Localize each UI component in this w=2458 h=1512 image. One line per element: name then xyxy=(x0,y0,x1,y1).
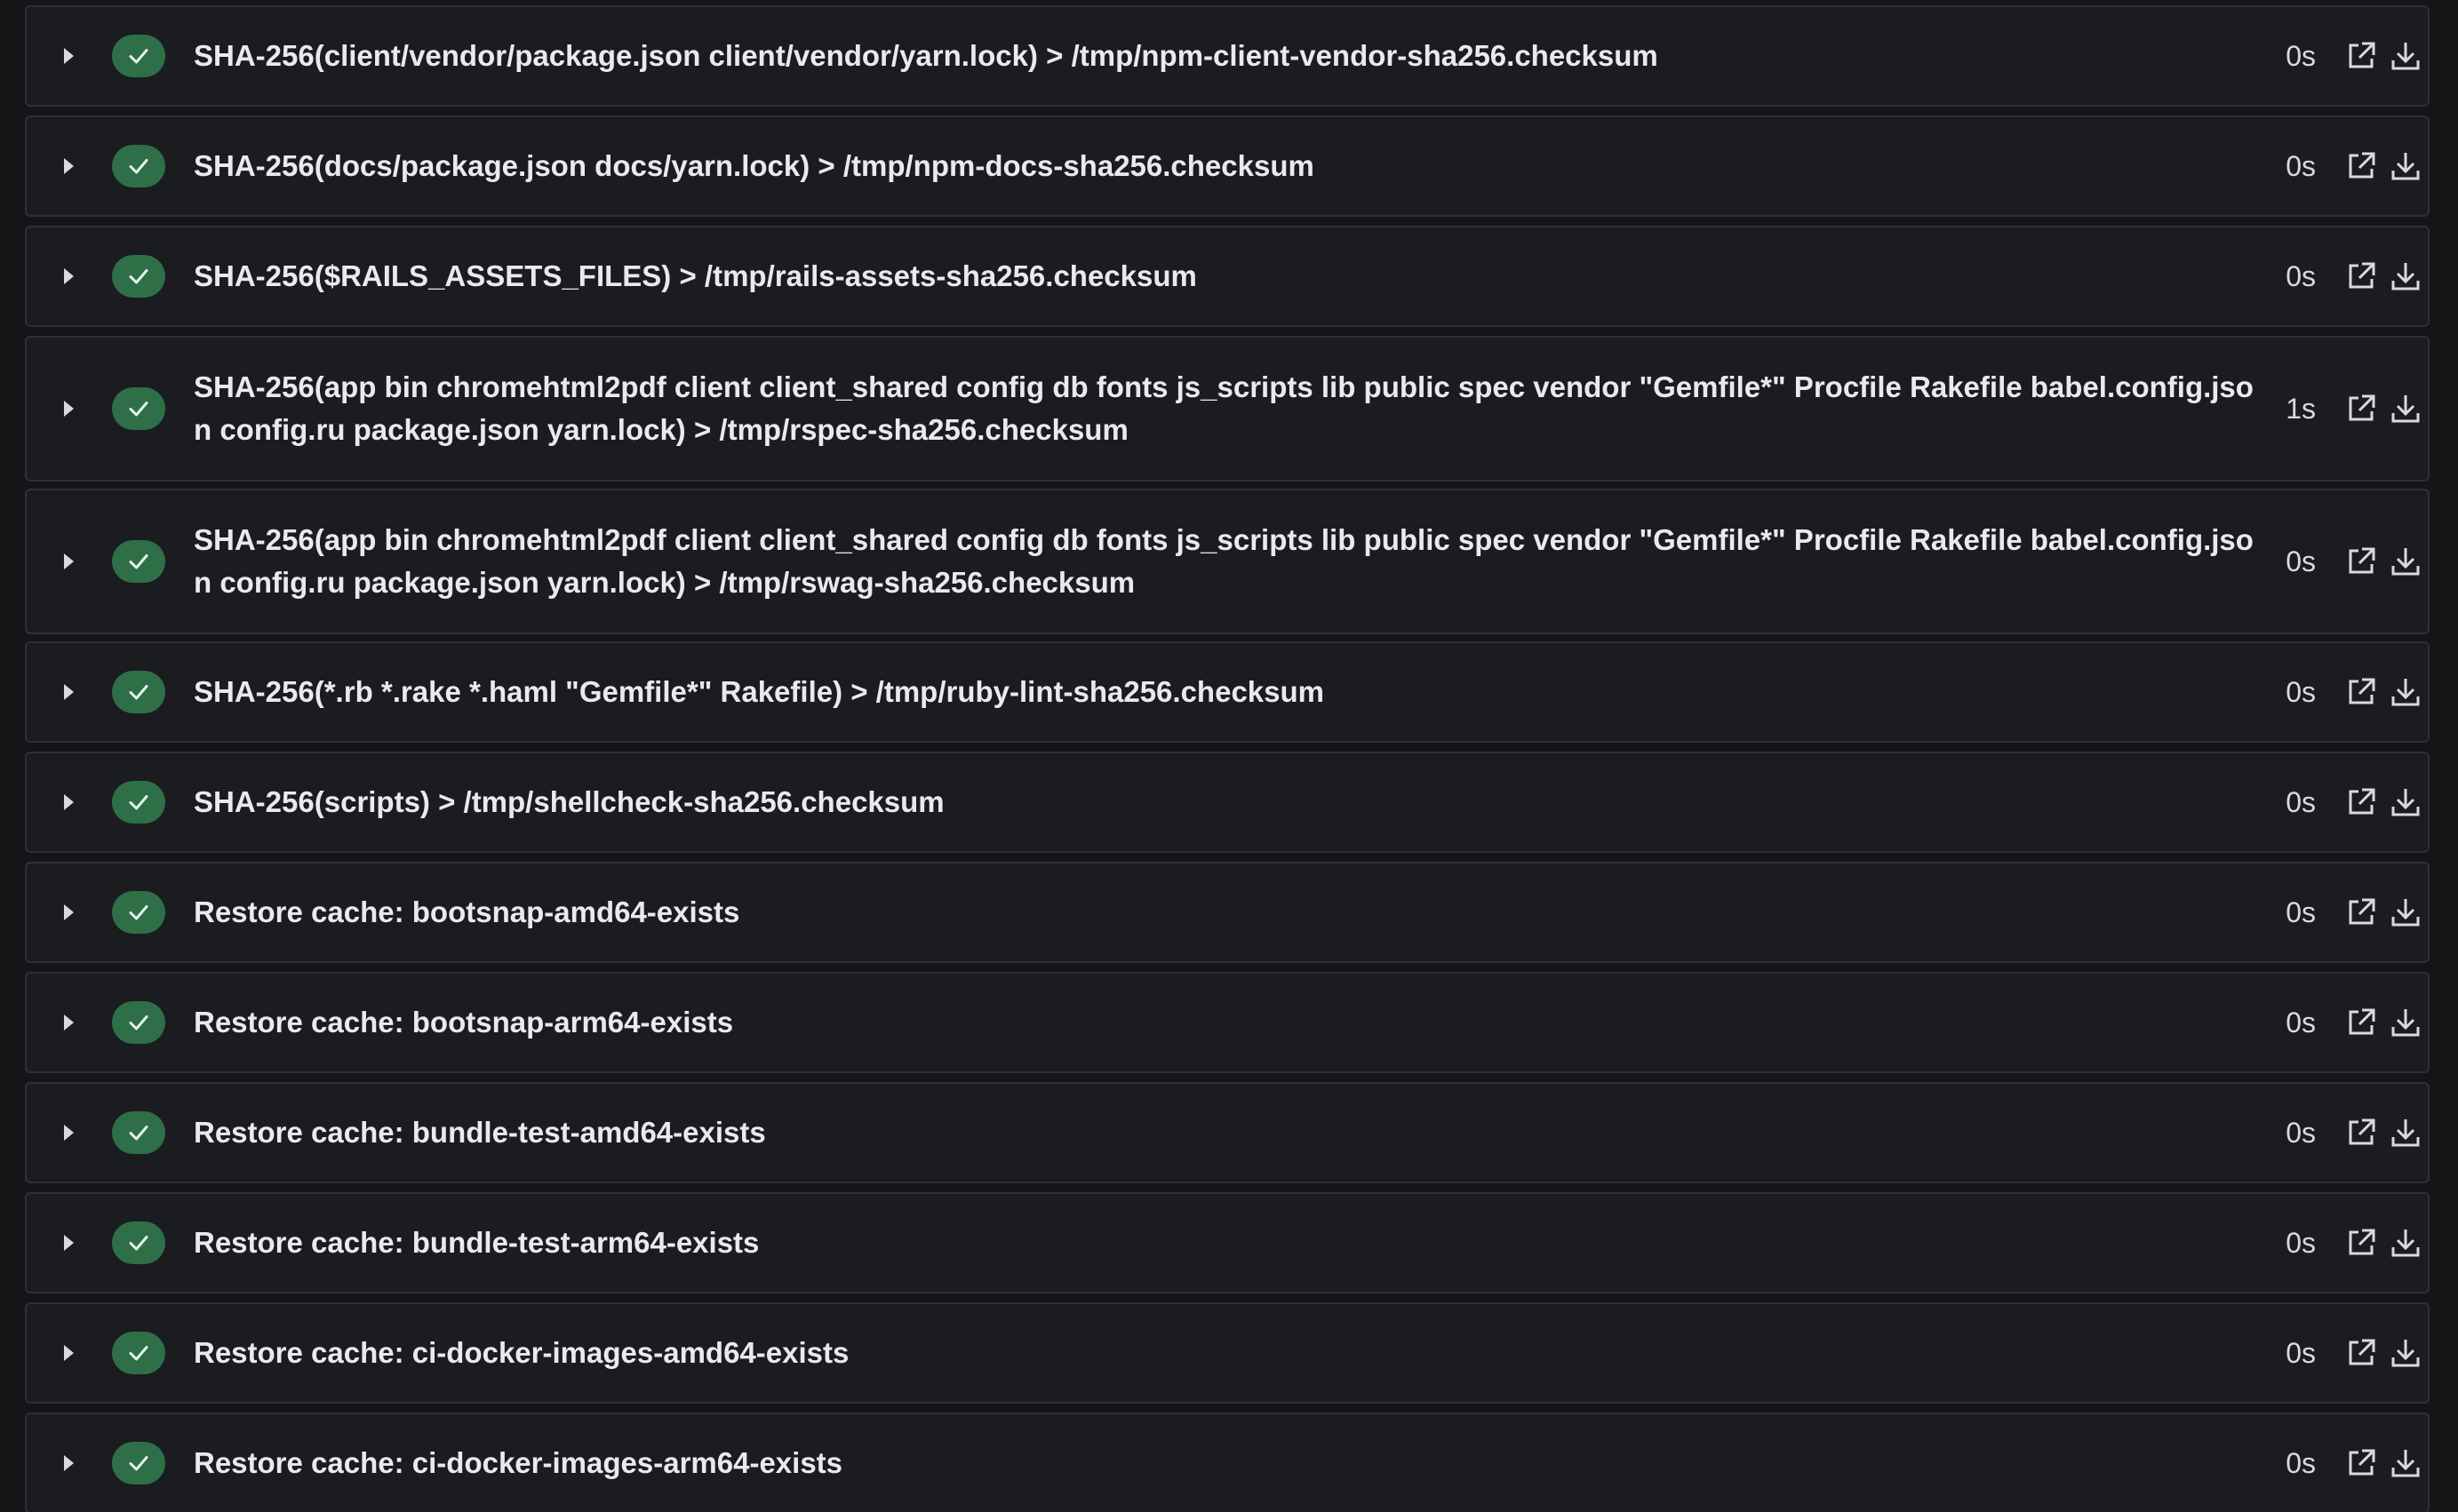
step-row[interactable]: SHA-256(*.rb *.rake *.haml "Gemfile*" Ra… xyxy=(25,641,2430,743)
step-duration: 0s xyxy=(2286,676,2316,708)
check-circle-icon xyxy=(112,1222,165,1264)
caret-right-icon[interactable] xyxy=(64,1235,74,1251)
caret-right-icon[interactable] xyxy=(64,158,74,174)
step-title: SHA-256(scripts) > /tmp/shellcheck-sha25… xyxy=(194,785,945,818)
step-title: Restore cache: ci-docker-images-amd64-ex… xyxy=(194,1336,850,1369)
caret-right-icon[interactable] xyxy=(64,401,74,417)
step-row[interactable]: SHA-256(scripts) > /tmp/shellcheck-sha25… xyxy=(25,752,2430,853)
step-list: SHA-256(client/vendor/package.json clien… xyxy=(0,0,2458,1512)
external-link-icon[interactable] xyxy=(2344,1336,2378,1370)
external-link-icon[interactable] xyxy=(2344,675,2378,709)
step-title: SHA-256(docs/package.json docs/yarn.lock… xyxy=(194,149,1314,182)
step-row[interactable]: Restore cache: ci-docker-images-amd64-ex… xyxy=(25,1302,2430,1404)
download-icon[interactable] xyxy=(2389,392,2422,426)
download-icon[interactable] xyxy=(2389,1006,2422,1039)
caret-right-icon[interactable] xyxy=(64,794,74,810)
step-title: SHA-256(*.rb *.rake *.haml "Gemfile*" Ra… xyxy=(194,675,1324,708)
external-link-icon[interactable] xyxy=(2344,1226,2378,1260)
download-icon[interactable] xyxy=(2389,675,2422,709)
step-row[interactable]: Restore cache: bootsnap-amd64-exists 0s xyxy=(25,862,2430,963)
caret-right-icon[interactable] xyxy=(64,553,74,569)
download-icon[interactable] xyxy=(2389,1116,2422,1150)
step-title: Restore cache: bootsnap-arm64-exists xyxy=(194,1006,734,1039)
download-icon[interactable] xyxy=(2389,149,2422,183)
check-circle-icon xyxy=(112,1001,165,1044)
external-link-icon[interactable] xyxy=(2344,785,2378,819)
step-title: Restore cache: bundle-test-amd64-exists xyxy=(194,1116,766,1149)
caret-right-icon[interactable] xyxy=(64,1345,74,1361)
step-title: SHA-256(app bin chromehtml2pdf client cl… xyxy=(194,523,2254,599)
step-row[interactable]: Restore cache: bundle-test-arm64-exists … xyxy=(25,1192,2430,1293)
external-link-icon[interactable] xyxy=(2344,1446,2378,1480)
caret-right-icon[interactable] xyxy=(64,904,74,920)
step-duration: 0s xyxy=(2286,40,2316,72)
download-icon[interactable] xyxy=(2389,39,2422,73)
step-row[interactable]: SHA-256(docs/package.json docs/yarn.lock… xyxy=(25,115,2430,217)
caret-right-icon[interactable] xyxy=(64,48,74,64)
step-title: Restore cache: bootsnap-amd64-exists xyxy=(194,895,740,928)
step-duration: 0s xyxy=(2286,896,2316,928)
check-circle-icon xyxy=(112,1332,165,1374)
external-link-icon[interactable] xyxy=(2344,149,2378,183)
step-row[interactable]: SHA-256(client/vendor/package.json clien… xyxy=(25,5,2430,107)
step-title: SHA-256($RAILS_ASSETS_FILES) > /tmp/rail… xyxy=(194,259,1197,292)
step-row[interactable]: SHA-256(app bin chromehtml2pdf client cl… xyxy=(25,336,2430,481)
caret-right-icon[interactable] xyxy=(64,1015,74,1031)
step-duration: 0s xyxy=(2286,1227,2316,1259)
step-row[interactable]: Restore cache: bundle-test-amd64-exists … xyxy=(25,1082,2430,1183)
step-duration: 0s xyxy=(2286,786,2316,818)
step-row[interactable]: Restore cache: bootsnap-arm64-exists 0s xyxy=(25,972,2430,1073)
check-circle-icon xyxy=(112,35,165,77)
step-title: Restore cache: ci-docker-images-arm64-ex… xyxy=(194,1446,843,1479)
download-icon[interactable] xyxy=(2389,1446,2422,1480)
step-duration: 0s xyxy=(2286,260,2316,292)
check-circle-icon xyxy=(112,1442,165,1484)
step-duration: 0s xyxy=(2286,1117,2316,1149)
check-circle-icon xyxy=(112,540,165,583)
caret-right-icon[interactable] xyxy=(64,1455,74,1471)
download-icon[interactable] xyxy=(2389,785,2422,819)
download-icon[interactable] xyxy=(2389,259,2422,293)
check-circle-icon xyxy=(112,1111,165,1154)
check-circle-icon xyxy=(112,671,165,713)
check-circle-icon xyxy=(112,255,165,298)
external-link-icon[interactable] xyxy=(2344,259,2378,293)
caret-right-icon[interactable] xyxy=(64,268,74,284)
step-row[interactable]: SHA-256(app bin chromehtml2pdf client cl… xyxy=(25,489,2430,634)
check-circle-icon xyxy=(112,387,165,430)
external-link-icon[interactable] xyxy=(2344,392,2378,426)
step-title: Restore cache: bundle-test-arm64-exists xyxy=(194,1226,760,1259)
external-link-icon[interactable] xyxy=(2344,545,2378,578)
step-duration: 1s xyxy=(2286,393,2316,425)
caret-right-icon[interactable] xyxy=(64,1125,74,1141)
check-circle-icon xyxy=(112,145,165,187)
external-link-icon[interactable] xyxy=(2344,1006,2378,1039)
step-row[interactable]: Restore cache: ci-docker-images-arm64-ex… xyxy=(25,1413,2430,1512)
step-title: SHA-256(client/vendor/package.json clien… xyxy=(194,39,1658,72)
external-link-icon[interactable] xyxy=(2344,1116,2378,1150)
caret-right-icon[interactable] xyxy=(64,684,74,700)
step-title: SHA-256(app bin chromehtml2pdf client cl… xyxy=(194,370,2254,446)
step-duration: 0s xyxy=(2286,545,2316,577)
external-link-icon[interactable] xyxy=(2344,895,2378,929)
download-icon[interactable] xyxy=(2389,545,2422,578)
step-duration: 0s xyxy=(2286,150,2316,182)
external-link-icon[interactable] xyxy=(2344,39,2378,73)
download-icon[interactable] xyxy=(2389,895,2422,929)
check-circle-icon xyxy=(112,891,165,934)
download-icon[interactable] xyxy=(2389,1226,2422,1260)
step-duration: 0s xyxy=(2286,1337,2316,1369)
step-duration: 0s xyxy=(2286,1007,2316,1039)
check-circle-icon xyxy=(112,781,165,824)
step-row[interactable]: SHA-256($RAILS_ASSETS_FILES) > /tmp/rail… xyxy=(25,226,2430,327)
download-icon[interactable] xyxy=(2389,1336,2422,1370)
step-duration: 0s xyxy=(2286,1447,2316,1479)
